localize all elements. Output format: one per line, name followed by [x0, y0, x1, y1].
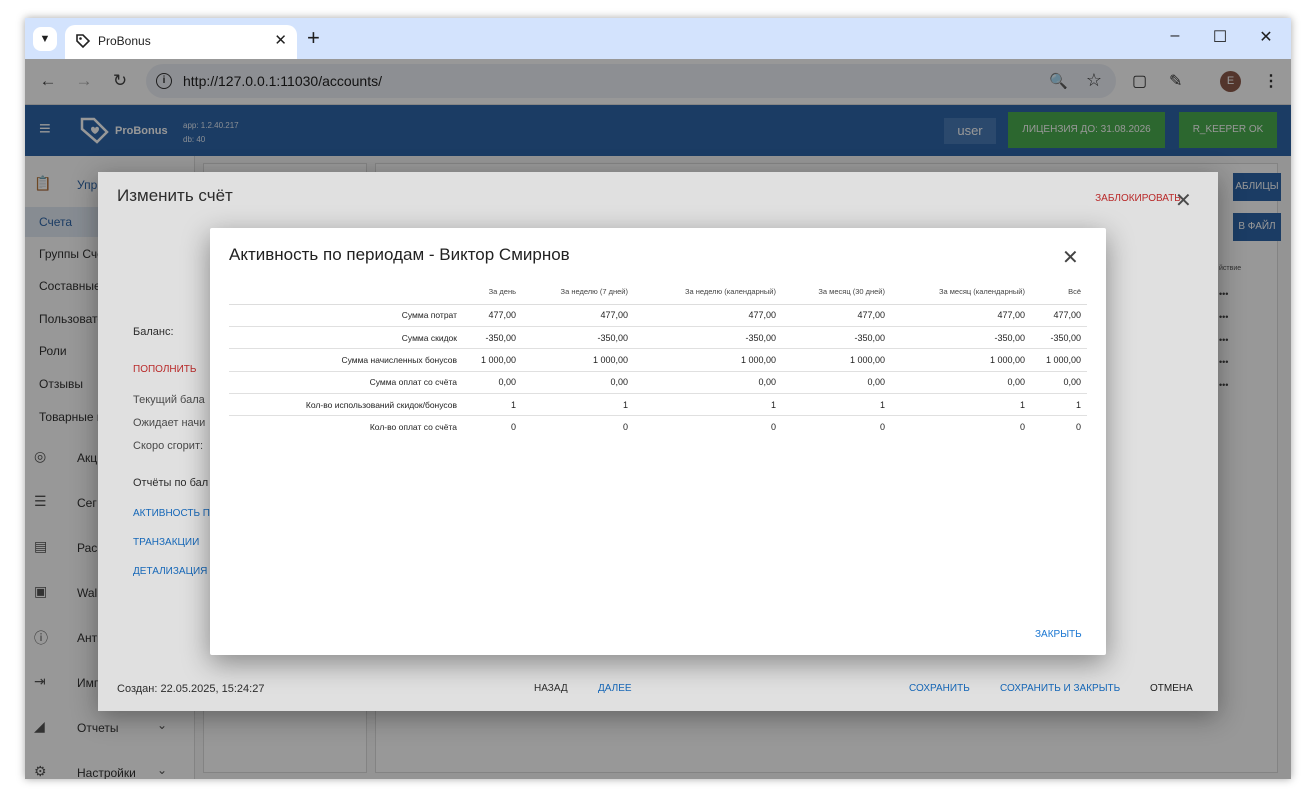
table-cell: -350,00: [782, 326, 891, 350]
column-header-metric: [229, 280, 463, 305]
table-cell: -350,00: [522, 326, 634, 350]
browser-titlebar: ▼ ProBonus ✕ + – ☐ ✕: [25, 18, 1291, 59]
table-cell: 1 000,00: [634, 348, 782, 372]
table-cell: 0,00: [634, 371, 782, 395]
tab-title: ProBonus: [98, 34, 151, 48]
table-cell: 477,00: [463, 304, 522, 327]
table-cell: 0,00: [891, 371, 1031, 395]
table-cell: -350,00: [891, 326, 1031, 350]
activity-dialog-title: Активность по периодам - Виктор Смирнов: [229, 245, 570, 264]
row-label: Сумма начисленных бонусов: [229, 348, 463, 372]
close-icon[interactable]: ✕: [1062, 245, 1079, 270]
close-dialog-button[interactable]: ЗАКРЫТЬ: [1035, 629, 1082, 640]
table-header-row: За день За неделю (7 дней) За неделю (кале…: [229, 280, 1087, 305]
new-tab-icon[interactable]: +: [307, 25, 320, 51]
table-cell: 1: [891, 393, 1031, 417]
table-cell: 477,00: [782, 304, 891, 327]
tab-search-dropdown-icon[interactable]: ▼: [33, 27, 57, 51]
maximize-icon[interactable]: ☐: [1205, 27, 1235, 47]
table-cell: 477,00: [522, 304, 634, 327]
table-row: Сумма потрат 477,00 477,00 477,00 477,00 477,…: [229, 304, 1087, 327]
browser-tab[interactable]: ProBonus ✕: [65, 25, 297, 59]
tag-icon: [76, 34, 91, 49]
table-cell: 1 000,00: [463, 348, 522, 372]
column-header-period: Всё: [1031, 280, 1087, 305]
table-row: Сумма начисленных бонусов 1 000,00 1 000,0…: [229, 348, 1087, 372]
table-cell: 0: [510, 422, 516, 433]
table-cell: 0: [879, 422, 885, 433]
close-window-icon[interactable]: ✕: [1251, 27, 1281, 47]
activity-dialog: Активность по периодам - Виктор Смирнов …: [210, 228, 1106, 655]
tab-close-icon[interactable]: ✕: [274, 31, 287, 49]
row-label: Кол-во оплат со счёта: [369, 422, 457, 433]
table-cell: 1 000,00: [782, 348, 891, 372]
column-header-period: За месяц (30 дней): [782, 280, 891, 305]
table-row: Сумма скидок -350,00 -350,00 -350,00 -350,00…: [229, 326, 1087, 350]
table-cell: 1: [782, 393, 891, 417]
column-header-period: За неделю (календарный): [634, 280, 782, 305]
table-cell: 1 000,00: [891, 348, 1031, 372]
table-cell: 477,00: [1031, 304, 1087, 327]
table-cell: 1: [634, 393, 782, 417]
table-cell: 1: [522, 393, 634, 417]
table-cell: 477,00: [634, 304, 782, 327]
table-cell: 0: [1075, 422, 1081, 433]
row-label: Сумма оплат со счёта: [229, 371, 463, 395]
column-header-period: За месяц (календарный): [891, 280, 1031, 305]
row-label: Сумма скидок: [229, 326, 463, 350]
table-cell: 0: [622, 422, 628, 433]
table-cell: 0,00: [782, 371, 891, 395]
table-row: Кол-во оплат со счёта 0 0 0 0 0 0: [229, 416, 1087, 438]
row-label: Сумма потрат: [229, 304, 463, 327]
column-header-period: За неделю (7 дней): [522, 280, 634, 305]
table-cell: 0: [1019, 422, 1025, 433]
table-cell: 1: [1031, 393, 1087, 417]
table-cell: -350,00: [1031, 326, 1087, 350]
table-cell: -350,00: [463, 326, 522, 350]
minimize-icon[interactable]: –: [1160, 27, 1190, 45]
table-row: Кол-во использований скидок/бонусов 1 1 1 1 1…: [229, 393, 1087, 417]
table-row: Сумма оплат со счёта 0,00 0,00 0,00 0,00 0,00…: [229, 371, 1087, 395]
row-label: Кол-во использований скидок/бонусов: [229, 393, 463, 417]
table-cell: 0,00: [463, 371, 522, 395]
column-header-period: За день: [463, 280, 522, 305]
browser-window: ▼ ProBonus ✕ + – ☐ ✕ ← → ↻ i http://127.…: [25, 18, 1291, 779]
table-cell: 1 000,00: [1031, 348, 1087, 372]
table-cell: 0: [770, 422, 776, 433]
table-cell: 0,00: [1031, 371, 1087, 395]
table-cell: 1: [463, 393, 522, 417]
table-cell: 477,00: [891, 304, 1031, 327]
table-cell: -350,00: [634, 326, 782, 350]
activity-table: За день За неделю (7 дней) За неделю (кале…: [229, 280, 1087, 438]
table-cell: 1 000,00: [522, 348, 634, 372]
table-cell: 0,00: [522, 371, 634, 395]
